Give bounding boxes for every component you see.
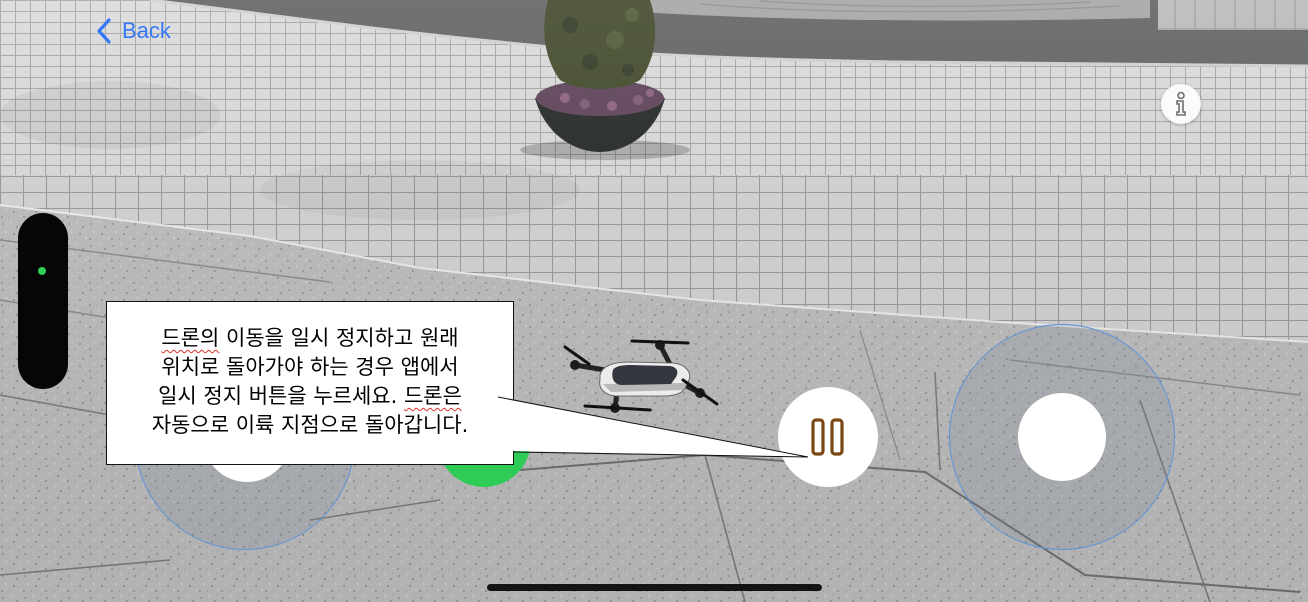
callout-line: 자동으로 이륙 지점으로 돌아갑니다. xyxy=(107,411,513,440)
info-button[interactable] xyxy=(1161,84,1201,124)
status-indicator-dot xyxy=(38,267,46,275)
chevron-left-icon xyxy=(97,18,111,44)
vertical-control-bar[interactable] xyxy=(18,213,68,389)
callout-line: 드론의 이동을 일시 정지하고 원래 xyxy=(107,324,513,353)
back-button[interactable]: Back xyxy=(94,14,171,48)
callout-line: 일시 정지 버튼을 누르세요. 드론은 xyxy=(107,382,513,411)
callout-text: 드론은 xyxy=(403,384,462,408)
callout-line: 위치로 돌아가야 하는 경우 앱에서 xyxy=(107,353,513,382)
tutorial-callout: 드론의 이동을 일시 정지하고 원래 위치로 돌아가야 하는 경우 앱에서 일시… xyxy=(106,301,514,465)
callout-text: 자동으로 이륙 지점으로 돌아갑니다. xyxy=(151,413,469,437)
callout-pointer xyxy=(497,396,809,458)
info-icon xyxy=(1176,91,1186,116)
callout-text: 위치로 돌아가야 하는 경우 앱에서 xyxy=(161,355,459,379)
right-joystick-knob[interactable] xyxy=(1017,392,1107,482)
ar-flight-screen: Back 드론의 이동을 일시 정지하고 원래 위치로 돌아가야 하는 경우 앱… xyxy=(0,0,1308,602)
back-label: Back xyxy=(122,18,171,43)
callout-text: 드론의 xyxy=(161,326,220,350)
home-indicator xyxy=(487,584,822,591)
callout-text: 일시 정지 버튼을 누르세요. xyxy=(158,384,404,408)
right-joystick[interactable] xyxy=(949,324,1175,550)
callout-text: 이동을 일시 정지하고 원래 xyxy=(219,326,459,350)
